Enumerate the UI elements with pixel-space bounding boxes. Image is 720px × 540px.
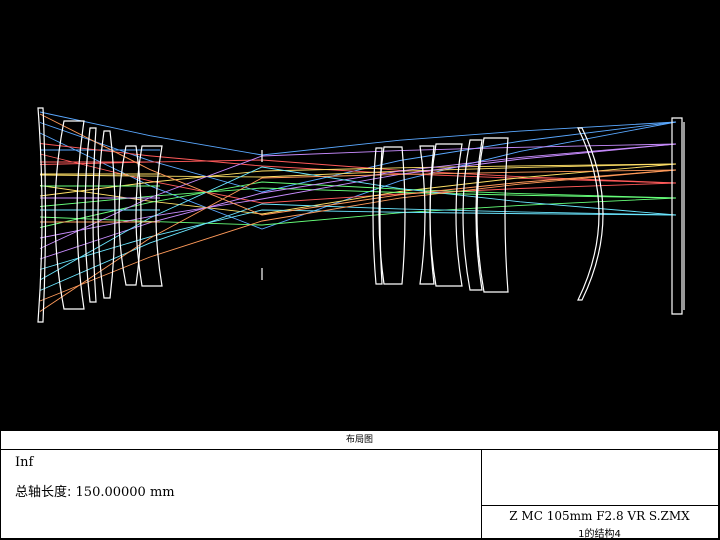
- ray-line: [39, 187, 677, 207]
- configuration-label: 1的结构4: [578, 529, 621, 540]
- lens-layout-diagram: [37, 107, 685, 323]
- lens-element-2: [54, 120, 85, 310]
- total-length: 总轴长度: 150.00000 mm: [15, 481, 175, 500]
- file-name: Z MC 105mm F2.8 VR S.ZMX: [509, 509, 690, 523]
- panel-left-section: Inf 总轴长度: 150.00000 mm: [1, 449, 482, 538]
- lens-element-9: [419, 145, 435, 285]
- ray-line: [39, 209, 677, 270]
- panel-divider: [481, 505, 718, 506]
- field-label: Inf: [15, 455, 34, 470]
- ray-fans: [39, 111, 677, 312]
- lens-element-6: [135, 145, 163, 287]
- lens-elements: [37, 107, 685, 323]
- ray-line: [39, 169, 677, 302]
- total-length-value: 150.00000 mm: [75, 485, 175, 500]
- ray-line: [39, 113, 677, 216]
- info-panel: 布局图 Inf 总轴长度: 150.00000 mm Z MC 105mm F2…: [0, 430, 719, 540]
- lens-element-5: [118, 145, 142, 286]
- ray-line: [39, 143, 677, 260]
- panel-right-section: Z MC 105mm F2.8 VR S.ZMX 1的结构4: [481, 449, 718, 540]
- lens-element-14: [671, 117, 683, 315]
- panel-title: 布局图: [1, 431, 718, 450]
- total-length-label: 总轴长度:: [15, 485, 72, 500]
- lens-element-10: [429, 143, 463, 287]
